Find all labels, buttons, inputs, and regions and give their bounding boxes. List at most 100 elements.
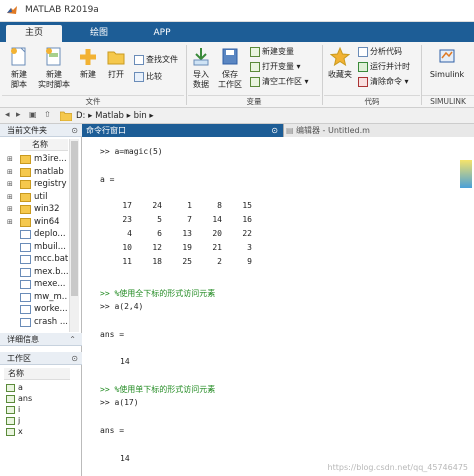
file-icon: [20, 280, 31, 289]
file-list-item[interactable]: crash ...: [0, 316, 68, 329]
workspace-variable[interactable]: ans: [6, 393, 32, 404]
panel-menu-icon[interactable]: ⊙: [71, 124, 78, 137]
file-name: worke...: [34, 304, 68, 314]
analyze-code-button[interactable]: 分析代码: [358, 46, 402, 58]
file-list-item[interactable]: deplo...: [0, 228, 68, 241]
file-name: m3ire...: [34, 154, 67, 164]
editor-tab-header[interactable]: ▤ 编辑器 - Untitled.m: [283, 124, 474, 137]
expand-icon[interactable]: ⊞: [7, 191, 13, 204]
file-name: win32: [34, 204, 60, 214]
open-label: 打开: [108, 70, 124, 79]
command-window-title: 命令行窗口: [86, 126, 126, 135]
expand-icon[interactable]: ⊞: [7, 216, 13, 229]
output-value: 14: [120, 454, 130, 463]
find-files-button[interactable]: 查找文件: [134, 54, 178, 66]
address-bar: ◂ ▸ ▣ ⇧ D: ▸ Matlab ▸ bin ▸: [0, 108, 474, 124]
file-list-item[interactable]: worke...: [0, 303, 68, 316]
clear-commands-icon: [358, 76, 368, 87]
file-list-item[interactable]: ⊞ win32: [0, 203, 68, 216]
new-button[interactable]: 新建: [76, 46, 100, 80]
file-list-item[interactable]: mexe...: [0, 278, 68, 291]
tab-apps[interactable]: APP: [136, 25, 188, 42]
file-list-item[interactable]: mcc.bat: [0, 253, 68, 266]
simulink-button[interactable]: Simulink: [424, 46, 470, 80]
folder-icon: [20, 155, 31, 164]
workspace-column-name[interactable]: 名称: [4, 368, 70, 380]
simulink-icon: [439, 49, 455, 63]
scrollbar[interactable]: [69, 139, 79, 332]
file-list-item[interactable]: ⊞ m3ire...: [0, 153, 68, 166]
workspace-variable[interactable]: x: [6, 426, 23, 437]
output-line: ans =: [100, 330, 125, 339]
workspace-variable[interactable]: j: [6, 415, 20, 426]
variable-icon: [6, 416, 15, 425]
panel-menu-icon[interactable]: ⊙: [71, 352, 78, 365]
tab-plots[interactable]: 绘图: [74, 25, 124, 42]
variable-icon: [6, 427, 15, 436]
file-list-item[interactable]: ⊞ util: [0, 191, 68, 204]
expand-icon[interactable]: ⊞: [7, 178, 13, 191]
matrix-cell: 6: [157, 229, 162, 238]
new-live-script-button[interactable]: 新建 实时脚本: [36, 46, 72, 90]
save-workspace-button[interactable]: 保存 工作区: [216, 46, 244, 90]
new-variable-button[interactable]: 新建变量: [250, 46, 294, 58]
file-list-item[interactable]: mex.b...: [0, 266, 68, 279]
folder-icon: [20, 192, 31, 202]
folder-icon: [20, 180, 31, 189]
command-window[interactable]: >> a=magic(5) a = >> %使用全下标的形式访问元素 >> a(…: [82, 137, 474, 476]
file-list-item[interactable]: mw_m...: [0, 291, 68, 304]
favorites-button[interactable]: 收藏夹: [326, 46, 354, 80]
file-list-item[interactable]: mbuil...: [0, 241, 68, 254]
matrix-cell: 13: [182, 229, 192, 238]
variable-name: a: [18, 383, 23, 392]
expand-icon[interactable]: ⊞: [7, 153, 13, 166]
expand-icon[interactable]: ⊞: [7, 203, 13, 216]
new-variable-label: 新建变量: [262, 47, 294, 56]
matrix-cell: 22: [242, 229, 252, 238]
clear-commands-button[interactable]: 清除命令 ▾: [358, 76, 409, 88]
details-title: 详细信息: [7, 335, 39, 344]
file-list-item[interactable]: ⊞ win64: [0, 216, 68, 229]
new-script-button[interactable]: 新建 脚本: [4, 46, 34, 90]
panel-menu-icon[interactable]: ⊙: [271, 124, 278, 137]
workspace-variable[interactable]: i: [6, 404, 20, 415]
output-line: ans =: [100, 426, 125, 435]
run-and-time-button[interactable]: 运行并计时: [358, 61, 410, 73]
open-button[interactable]: 打开: [104, 46, 128, 80]
up-folder-icon[interactable]: ⇧: [44, 110, 51, 119]
expand-icon[interactable]: ⊞: [7, 166, 13, 179]
back-arrow-icon[interactable]: ◂: [5, 110, 10, 120]
details-header[interactable]: 详细信息 ⌃: [0, 333, 82, 346]
open-folder-icon[interactable]: ▣: [29, 110, 37, 119]
chevron-down-icon: ▾: [294, 62, 301, 71]
tab-home[interactable]: 主页: [6, 25, 62, 42]
folder-open-icon: [107, 51, 125, 65]
clear-workspace-button[interactable]: 清空工作区 ▾: [250, 76, 309, 88]
editor-tab-title: 编辑器 - Untitled.m: [296, 126, 370, 135]
command-line: >> a(17): [100, 398, 139, 407]
save-workspace-icon: [222, 48, 238, 65]
file-icon: [20, 267, 31, 277]
file-icon: [20, 230, 31, 239]
file-list-item[interactable]: ⊞ matlab: [0, 166, 68, 179]
matrix-cell: 17: [122, 201, 132, 210]
workspace-variable[interactable]: a: [6, 382, 23, 393]
folder-icon: [20, 217, 31, 227]
folder-icon: [20, 205, 31, 214]
file-name: mbuil...: [34, 241, 66, 252]
file-list-item[interactable]: ⊞ registry: [0, 178, 68, 191]
compare-button[interactable]: 比较: [134, 71, 162, 83]
forward-arrow-icon[interactable]: ▸: [16, 110, 21, 120]
file-name: deplo...: [34, 229, 66, 239]
scrollbar-thumb[interactable]: [71, 141, 78, 296]
toolstrip-tabs: 主页 绘图 APP: [0, 22, 474, 42]
open-variable-button[interactable]: 打开变量 ▾: [250, 61, 301, 73]
matrix-cell: 7: [187, 215, 192, 224]
ribbon-separator: [186, 45, 187, 105]
chevron-up-icon[interactable]: ⌃: [69, 333, 76, 346]
group-variable-label: 变量: [188, 95, 320, 106]
folder-icon: [60, 111, 72, 121]
column-header-name[interactable]: 名称: [20, 139, 68, 151]
current-path[interactable]: D: ▸ Matlab ▸ bin ▸: [76, 109, 154, 123]
import-data-button[interactable]: 导入 数据: [190, 46, 212, 90]
